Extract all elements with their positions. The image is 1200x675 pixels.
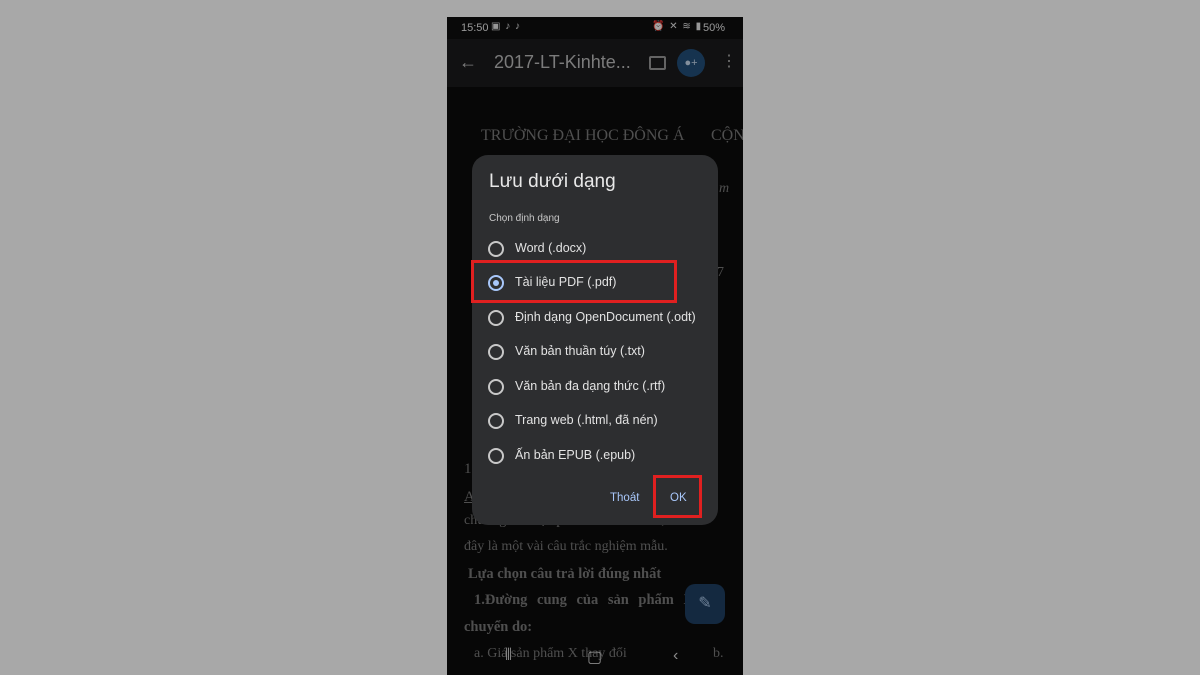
format-option-label: Văn bản thuần túy (.txt) bbox=[515, 344, 645, 358]
format-option-epub[interactable]: Ấn bản EPUB (.epub) bbox=[488, 444, 713, 468]
radio-button[interactable] bbox=[488, 413, 504, 429]
format-option-html[interactable]: Trang web (.html, đã nén) bbox=[488, 409, 713, 433]
format-option-label: Định dạng OpenDocument (.odt) bbox=[515, 310, 696, 324]
navigation-bar: ⦀ ▢ ‹ bbox=[447, 645, 743, 675]
format-option-label: Ấn bản EPUB (.epub) bbox=[515, 448, 636, 462]
recents-icon[interactable]: ⦀ bbox=[505, 647, 512, 665]
format-option-odt[interactable]: Định dạng OpenDocument (.odt) bbox=[488, 306, 713, 330]
home-icon[interactable]: ▢ bbox=[587, 647, 602, 667]
format-option-rtf[interactable]: Văn bản đa dạng thức (.rtf) bbox=[488, 375, 713, 399]
highlight-pdf-option bbox=[471, 260, 677, 303]
highlight-ok-button bbox=[653, 475, 702, 518]
nav-back-icon[interactable]: ‹ bbox=[673, 647, 678, 665]
format-option-docx[interactable]: Word (.docx) bbox=[488, 237, 713, 261]
format-option-label: Word (.docx) bbox=[515, 241, 587, 255]
format-option-label: Trang web (.html, đã nén) bbox=[515, 413, 658, 427]
dialog-subtitle: Chọn định dạng bbox=[489, 213, 560, 224]
format-option-label: Văn bản đa dạng thức (.rtf) bbox=[515, 379, 666, 393]
save-as-dialog: Lưu dưới dạng Chọn định dạng Word (.docx… bbox=[472, 155, 718, 525]
radio-button[interactable] bbox=[488, 241, 504, 257]
radio-button[interactable] bbox=[488, 448, 504, 464]
dialog-title: Lưu dưới dạng bbox=[489, 171, 616, 192]
radio-button[interactable] bbox=[488, 379, 504, 395]
cancel-button[interactable]: Thoát bbox=[610, 492, 639, 504]
format-option-txt[interactable]: Văn bản thuần túy (.txt) bbox=[488, 340, 713, 364]
radio-button[interactable] bbox=[488, 310, 504, 326]
radio-button[interactable] bbox=[488, 344, 504, 360]
